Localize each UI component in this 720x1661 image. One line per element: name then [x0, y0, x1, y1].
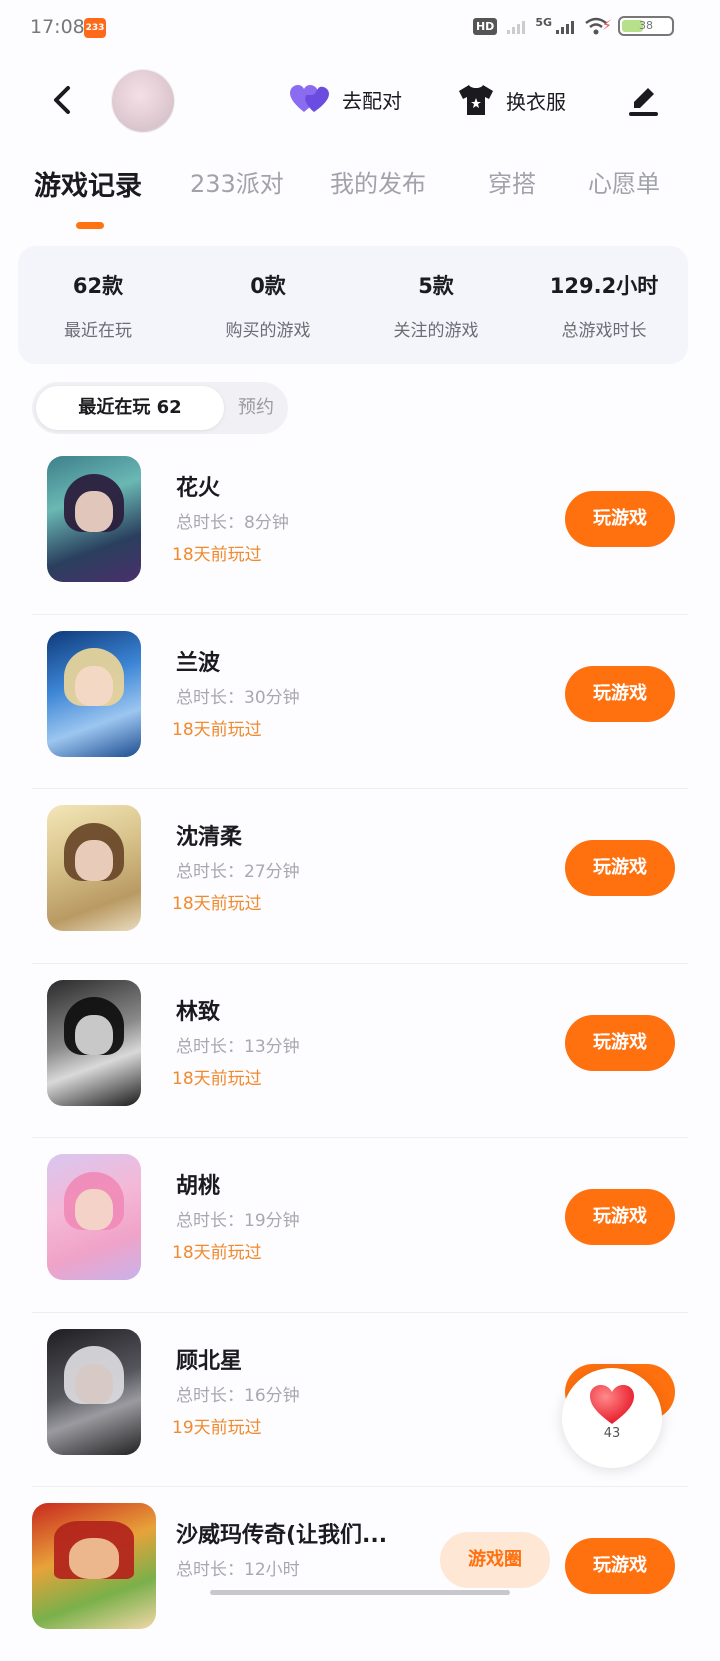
like-count: 43 [603, 1426, 621, 1441]
game-duration: 总时长：8分钟 [176, 513, 289, 533]
game-cover[interactable] [47, 456, 141, 582]
game-cover[interactable] [47, 630, 141, 757]
game-duration: 总时长：30分钟 [176, 687, 300, 708]
game-circle-button[interactable]: 游戏圈 [440, 1532, 550, 1588]
game-duration: 总时长：13分钟 [176, 1036, 300, 1057]
game-duration: 总时长：19分钟 [176, 1211, 300, 1231]
stat-value: 5款 [418, 274, 454, 298]
network-type: 5G [535, 15, 552, 29]
tab-outfits[interactable]: 穿搭 [488, 164, 536, 199]
game-last-played: 18天前玩过 [172, 545, 262, 565]
game-duration: 总时长：12小时 [176, 1560, 300, 1580]
like-floating-button[interactable]: 43 [562, 1368, 662, 1468]
play-game-button[interactable]: 玩游戏 [565, 1014, 675, 1071]
tab-my-posts[interactable]: 我的发布 [330, 164, 426, 199]
heart-icon [290, 85, 329, 112]
list-filter-segment: 最近在玩 62 预约 [32, 382, 288, 434]
list-item[interactable]: 林致 总时长：13分钟 18天前玩过 玩游戏 [32, 964, 688, 1138]
stat-value: 129.2小时 [549, 274, 659, 298]
play-game-button[interactable]: 玩游戏 [565, 1189, 675, 1245]
home-indicator[interactable] [210, 1590, 510, 1595]
game-cover[interactable] [32, 1503, 156, 1629]
outfit-button[interactable]: 换衣服 [458, 84, 566, 116]
stat-purchased-games[interactable]: 0款 购买的游戏 [188, 270, 348, 341]
heart-icon [590, 1385, 634, 1424]
stat-followed-games[interactable]: 5款 关注的游戏 [356, 270, 516, 341]
list-item[interactable]: 沈清柔 总时长：27分钟 18天前玩过 玩游戏 [32, 789, 688, 964]
game-last-played: 18天前玩过 [172, 894, 262, 914]
stat-label: 关注的游戏 [393, 321, 479, 341]
tab-233-party[interactable]: 233派对 [190, 164, 284, 199]
game-list: 花火 总时长：8分钟 18天前玩过 玩游戏 兰波 总时长：30分钟 18天前玩过… [0, 440, 720, 1661]
battery-icon: ⚡ 38 [602, 16, 674, 36]
stat-recent-playing[interactable]: 62款 最近在玩 [18, 270, 178, 341]
stat-value: 0款 [250, 274, 286, 298]
list-item[interactable]: 沙威玛传奇(让我们... 总时长：12小时 玩游戏 [32, 1487, 688, 1661]
stat-label: 总游戏时长 [561, 321, 647, 341]
game-cover[interactable] [47, 805, 141, 931]
match-button[interactable]: 去配对 [290, 84, 402, 114]
tab-indicator [76, 222, 104, 229]
list-item[interactable]: 胡桃 总时长：19分钟 18天前玩过 玩游戏 [32, 1138, 688, 1313]
game-title: 兰波 [176, 650, 221, 676]
game-last-played: 18天前玩过 [172, 719, 262, 740]
play-game-button[interactable]: 玩游戏 [565, 665, 675, 722]
hd-icon: HD [472, 17, 498, 35]
stat-total-playtime[interactable]: 129.2小时 总游戏时长 [524, 270, 684, 341]
avatar[interactable] [112, 70, 174, 132]
play-game-button[interactable]: 玩游戏 [565, 1538, 675, 1594]
status-time: 17:08 [30, 16, 85, 38]
battery-level: 38 [639, 19, 653, 32]
game-title: 沙威玛传奇(让我们... [176, 1523, 388, 1548]
tshirt-icon [459, 85, 493, 115]
game-last-played: 18天前玩过 [172, 1068, 262, 1089]
segment-reservations[interactable]: 预约 [224, 386, 288, 430]
charging-icon: ⚡ [602, 18, 612, 34]
profile-tabs: 游戏记录 233派对 我的发布 穿搭 心愿单 [0, 164, 720, 234]
stats-card: 62款 最近在玩 0款 购买的游戏 5款 关注的游戏 129.2小时 总游戏时长 [18, 246, 688, 364]
game-title: 胡桃 [176, 1174, 221, 1199]
game-cover[interactable] [47, 1154, 141, 1280]
play-game-button[interactable]: 玩游戏 [565, 840, 675, 896]
game-title: 沈清柔 [176, 825, 243, 850]
play-game-button[interactable]: 玩游戏 [565, 491, 675, 547]
segment-recent-playing[interactable]: 最近在玩 62 [36, 386, 224, 430]
status-bar: 17:08 233 HD 5G ⚡ 38 [0, 0, 720, 56]
profile-header: 去配对 换衣服 [0, 64, 720, 136]
game-title: 顾北星 [176, 1348, 243, 1374]
edit-icon[interactable] [626, 84, 660, 118]
game-last-played: 19天前玩过 [172, 1417, 262, 1438]
tab-wishlist[interactable]: 心愿单 [588, 164, 660, 199]
list-item[interactable]: 花火 总时长：8分钟 18天前玩过 玩游戏 [32, 440, 688, 615]
stat-label: 最近在玩 [64, 321, 132, 341]
match-label: 去配对 [342, 88, 402, 113]
tab-game-records[interactable]: 游戏记录 [34, 164, 142, 203]
signal-icon [556, 18, 574, 34]
game-title: 花火 [176, 476, 221, 501]
app-badge-icon: 233 [84, 18, 106, 38]
game-cover[interactable] [47, 1328, 141, 1455]
game-cover[interactable] [47, 979, 141, 1106]
game-duration: 总时长：16分钟 [176, 1385, 300, 1406]
back-arrow-icon[interactable] [48, 84, 76, 116]
outfit-label: 换衣服 [506, 89, 566, 114]
game-last-played: 18天前玩过 [172, 1243, 262, 1263]
signal-icon-sim2 [507, 18, 526, 34]
stat-label: 购买的游戏 [225, 321, 311, 341]
list-item[interactable]: 兰波 总时长：30分钟 18天前玩过 玩游戏 [32, 615, 688, 789]
game-title: 林致 [176, 999, 221, 1025]
stat-value: 62款 [72, 274, 124, 298]
game-duration: 总时长：27分钟 [176, 862, 300, 882]
